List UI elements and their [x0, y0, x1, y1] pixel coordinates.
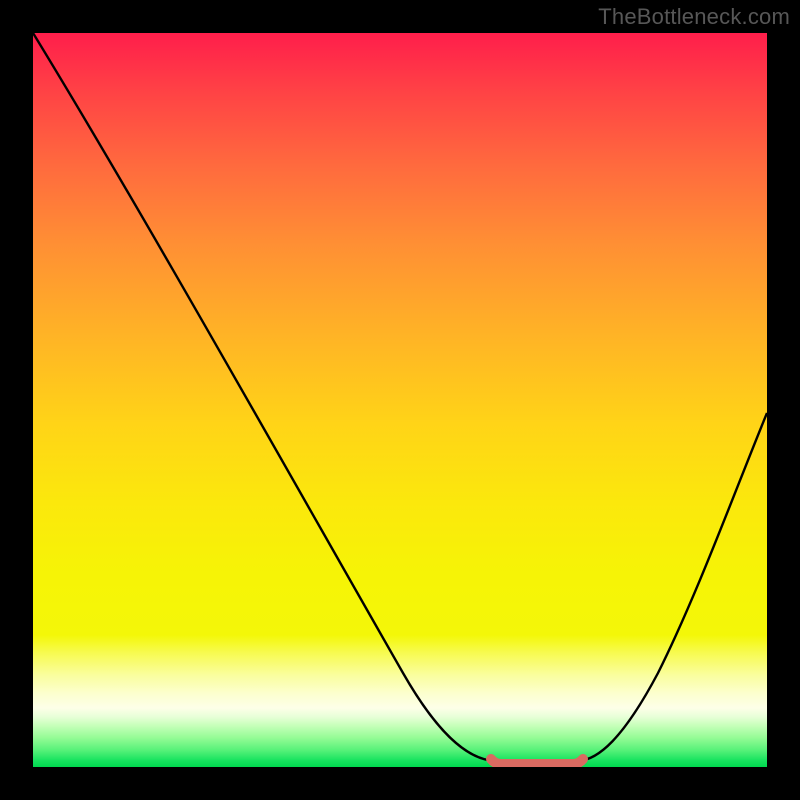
- flat-zone-highlight: [491, 759, 583, 764]
- chart-frame: TheBottleneck.com: [0, 0, 800, 800]
- plot-area: [33, 33, 767, 767]
- watermark-text: TheBottleneck.com: [598, 4, 790, 30]
- curve-path: [33, 33, 767, 761]
- bottleneck-curve: [33, 33, 767, 767]
